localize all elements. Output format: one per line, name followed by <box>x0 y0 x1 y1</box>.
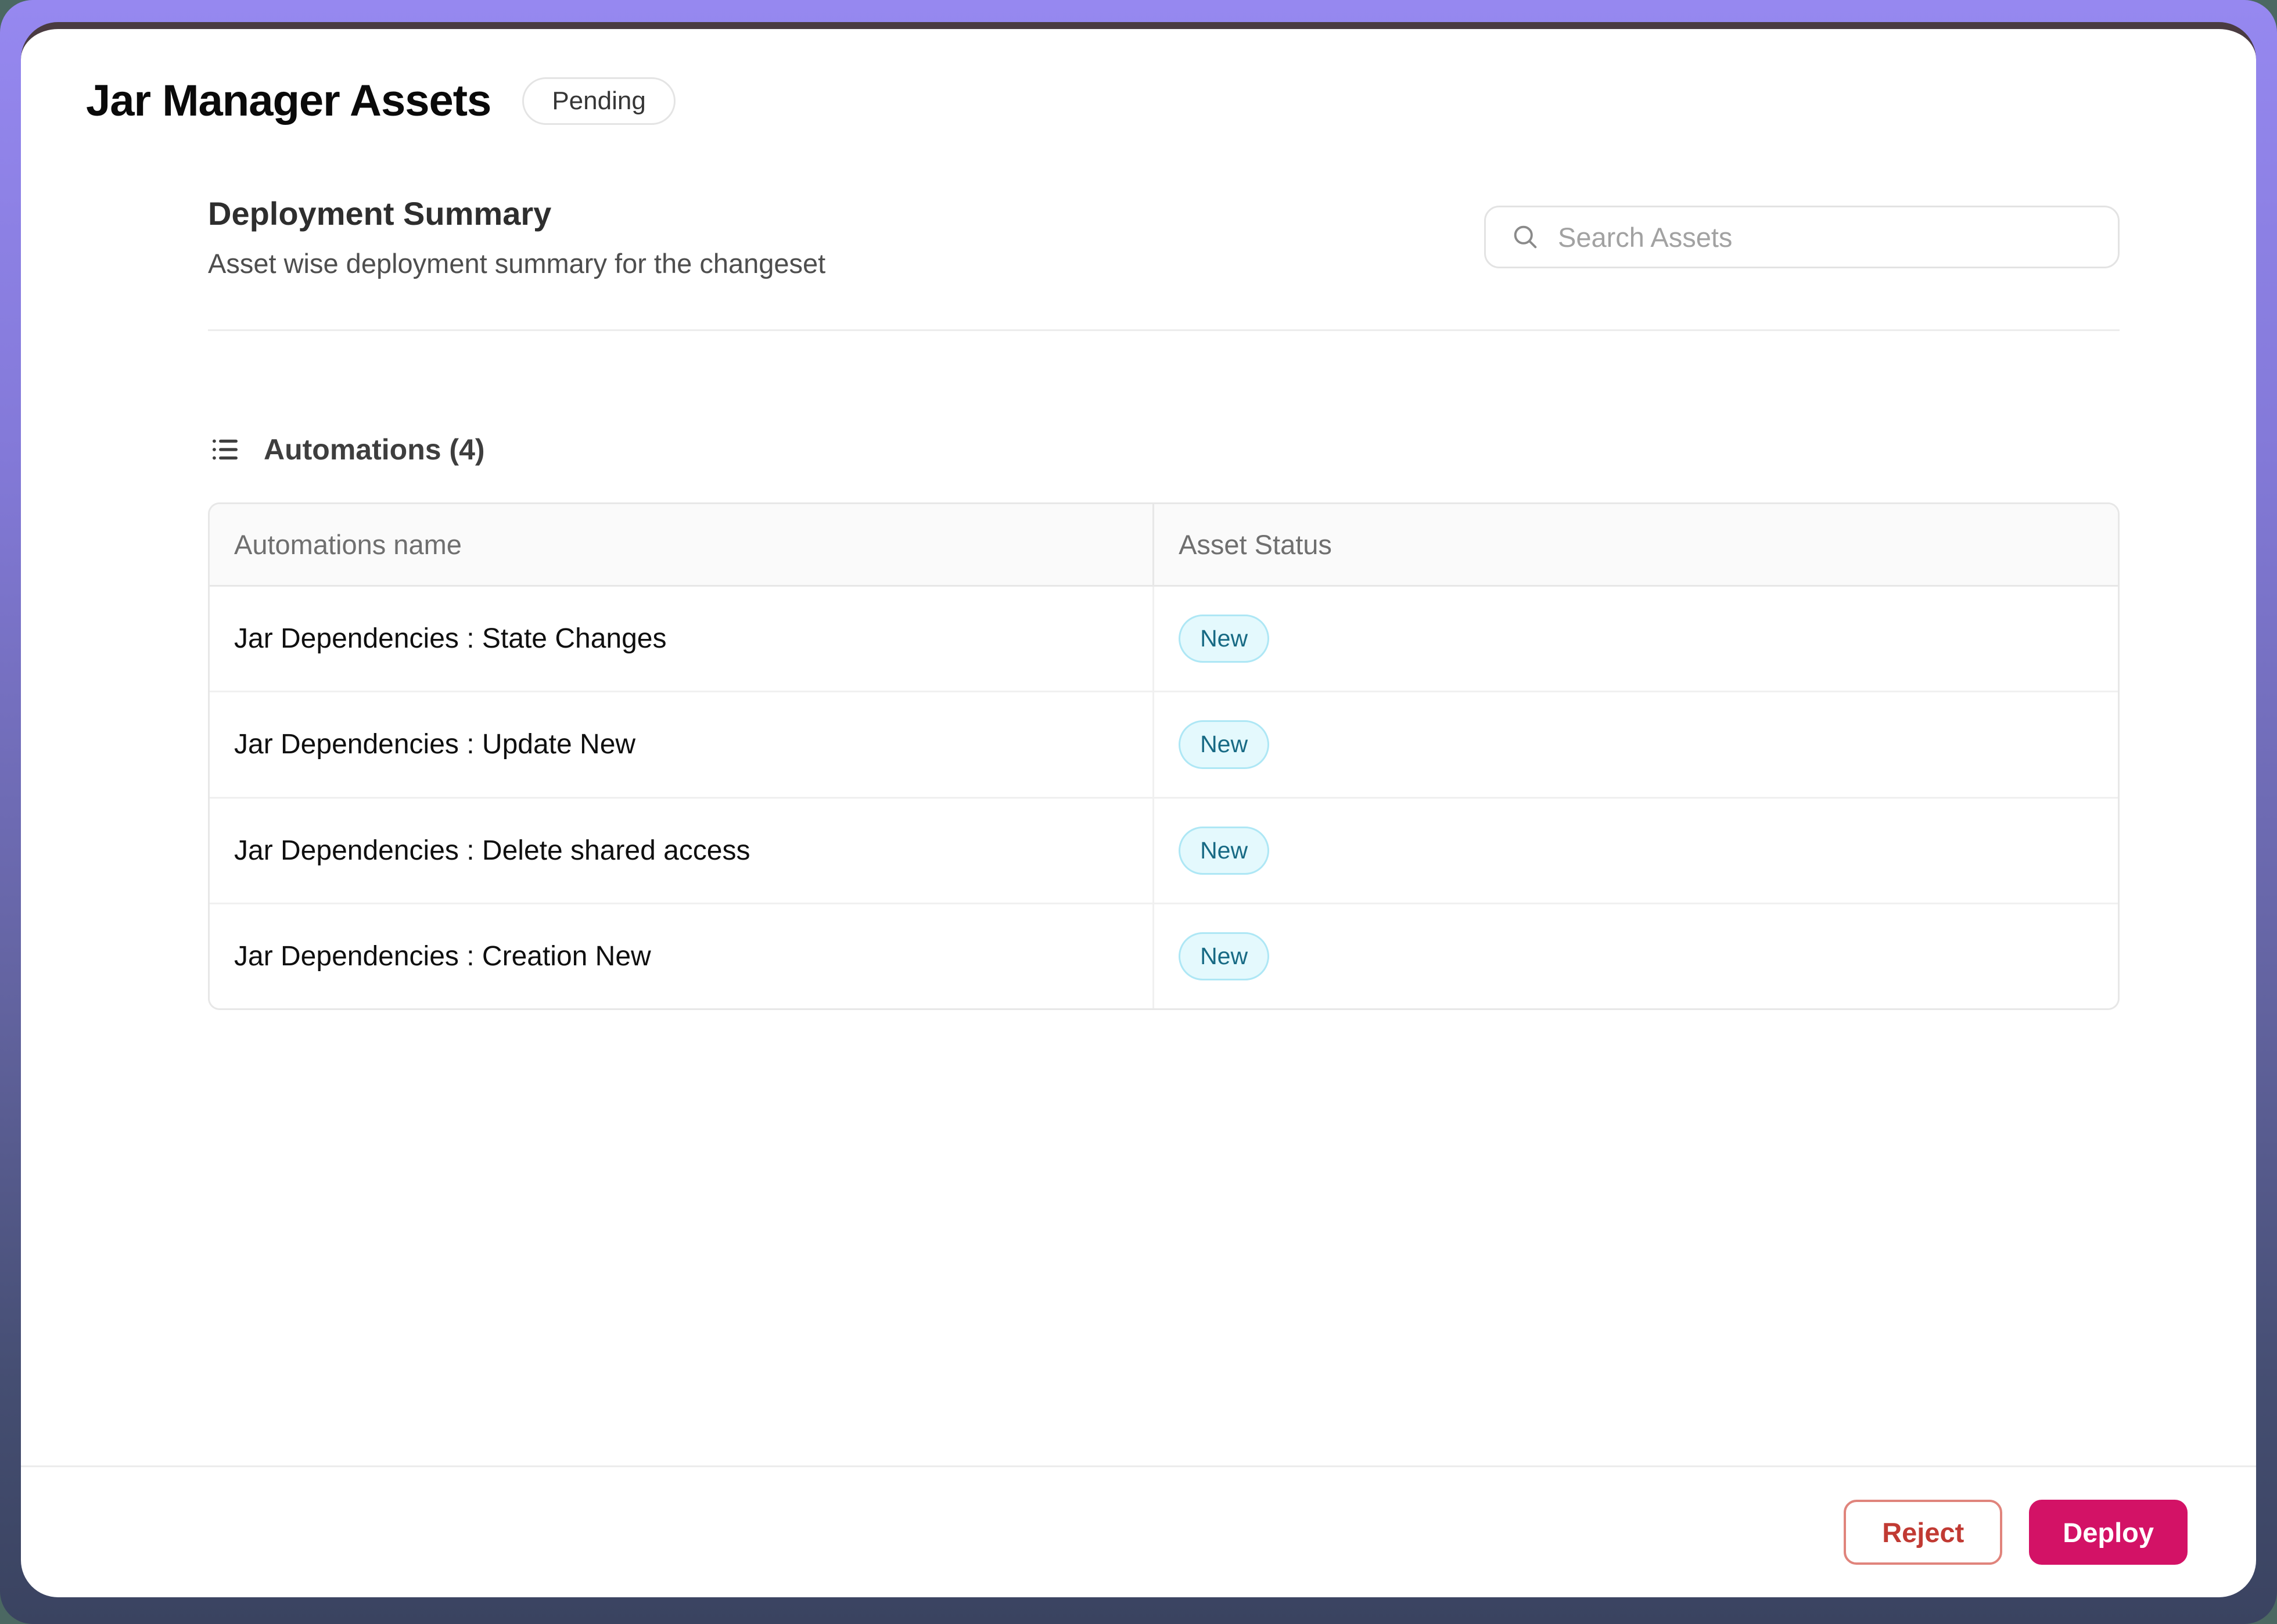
table-row[interactable]: Jar Dependencies : Creation New New <box>210 904 2118 1008</box>
automation-status-cell: New <box>1154 799 2118 903</box>
status-badge-new: New <box>1179 615 1269 663</box>
automations-table: Automations name Asset Status Jar Depend… <box>208 502 2120 1010</box>
automation-name: Jar Dependencies : State Changes <box>210 587 1154 691</box>
automation-status-cell: New <box>1154 692 2118 796</box>
automation-name: Jar Dependencies : Creation New <box>210 904 1154 1008</box>
summary-text: Deployment Summary Asset wise deployment… <box>208 195 825 279</box>
deploy-button[interactable]: Deploy <box>2029 1500 2188 1565</box>
automation-status-cell: New <box>1154 904 2118 1008</box>
column-header-name: Automations name <box>210 504 1154 585</box>
dialog-content: Deployment Summary Asset wise deployment… <box>208 126 2120 1465</box>
dialog-footer: Reject Deploy <box>21 1465 2256 1597</box>
table-row[interactable]: Jar Dependencies : Delete shared access … <box>210 799 2118 904</box>
status-badge-new: New <box>1179 827 1269 875</box>
automation-status-cell: New <box>1154 587 2118 691</box>
search-icon <box>1510 222 1540 252</box>
table-row[interactable]: Jar Dependencies : Update New New <box>210 692 2118 798</box>
status-badge-new: New <box>1179 932 1269 980</box>
automations-section-label: Automations (4) <box>264 433 485 466</box>
reject-button[interactable]: Reject <box>1844 1500 2002 1565</box>
search-input[interactable] <box>1557 221 2093 254</box>
automation-name: Jar Dependencies : Delete shared access <box>210 799 1154 903</box>
dialog-header: Jar Manager Assets Pending <box>21 29 2256 126</box>
deployment-dialog: Jar Manager Assets Pending Deployment Su… <box>21 22 2256 1597</box>
column-header-status: Asset Status <box>1154 504 2118 585</box>
page-title: Jar Manager Assets <box>86 76 491 126</box>
list-icon <box>208 433 242 466</box>
table-header-row: Automations name Asset Status <box>210 504 2118 587</box>
search-assets-box[interactable] <box>1484 206 2120 268</box>
automation-name: Jar Dependencies : Update New <box>210 692 1154 796</box>
summary-section: Deployment Summary Asset wise deployment… <box>208 195 2120 331</box>
automations-section-header: Automations (4) <box>208 433 2120 466</box>
summary-title: Deployment Summary <box>208 195 825 232</box>
status-badge: Pending <box>522 77 675 125</box>
summary-subtitle: Asset wise deployment summary for the ch… <box>208 247 825 279</box>
status-badge-new: New <box>1179 720 1269 768</box>
table-row[interactable]: Jar Dependencies : State Changes New <box>210 587 2118 692</box>
